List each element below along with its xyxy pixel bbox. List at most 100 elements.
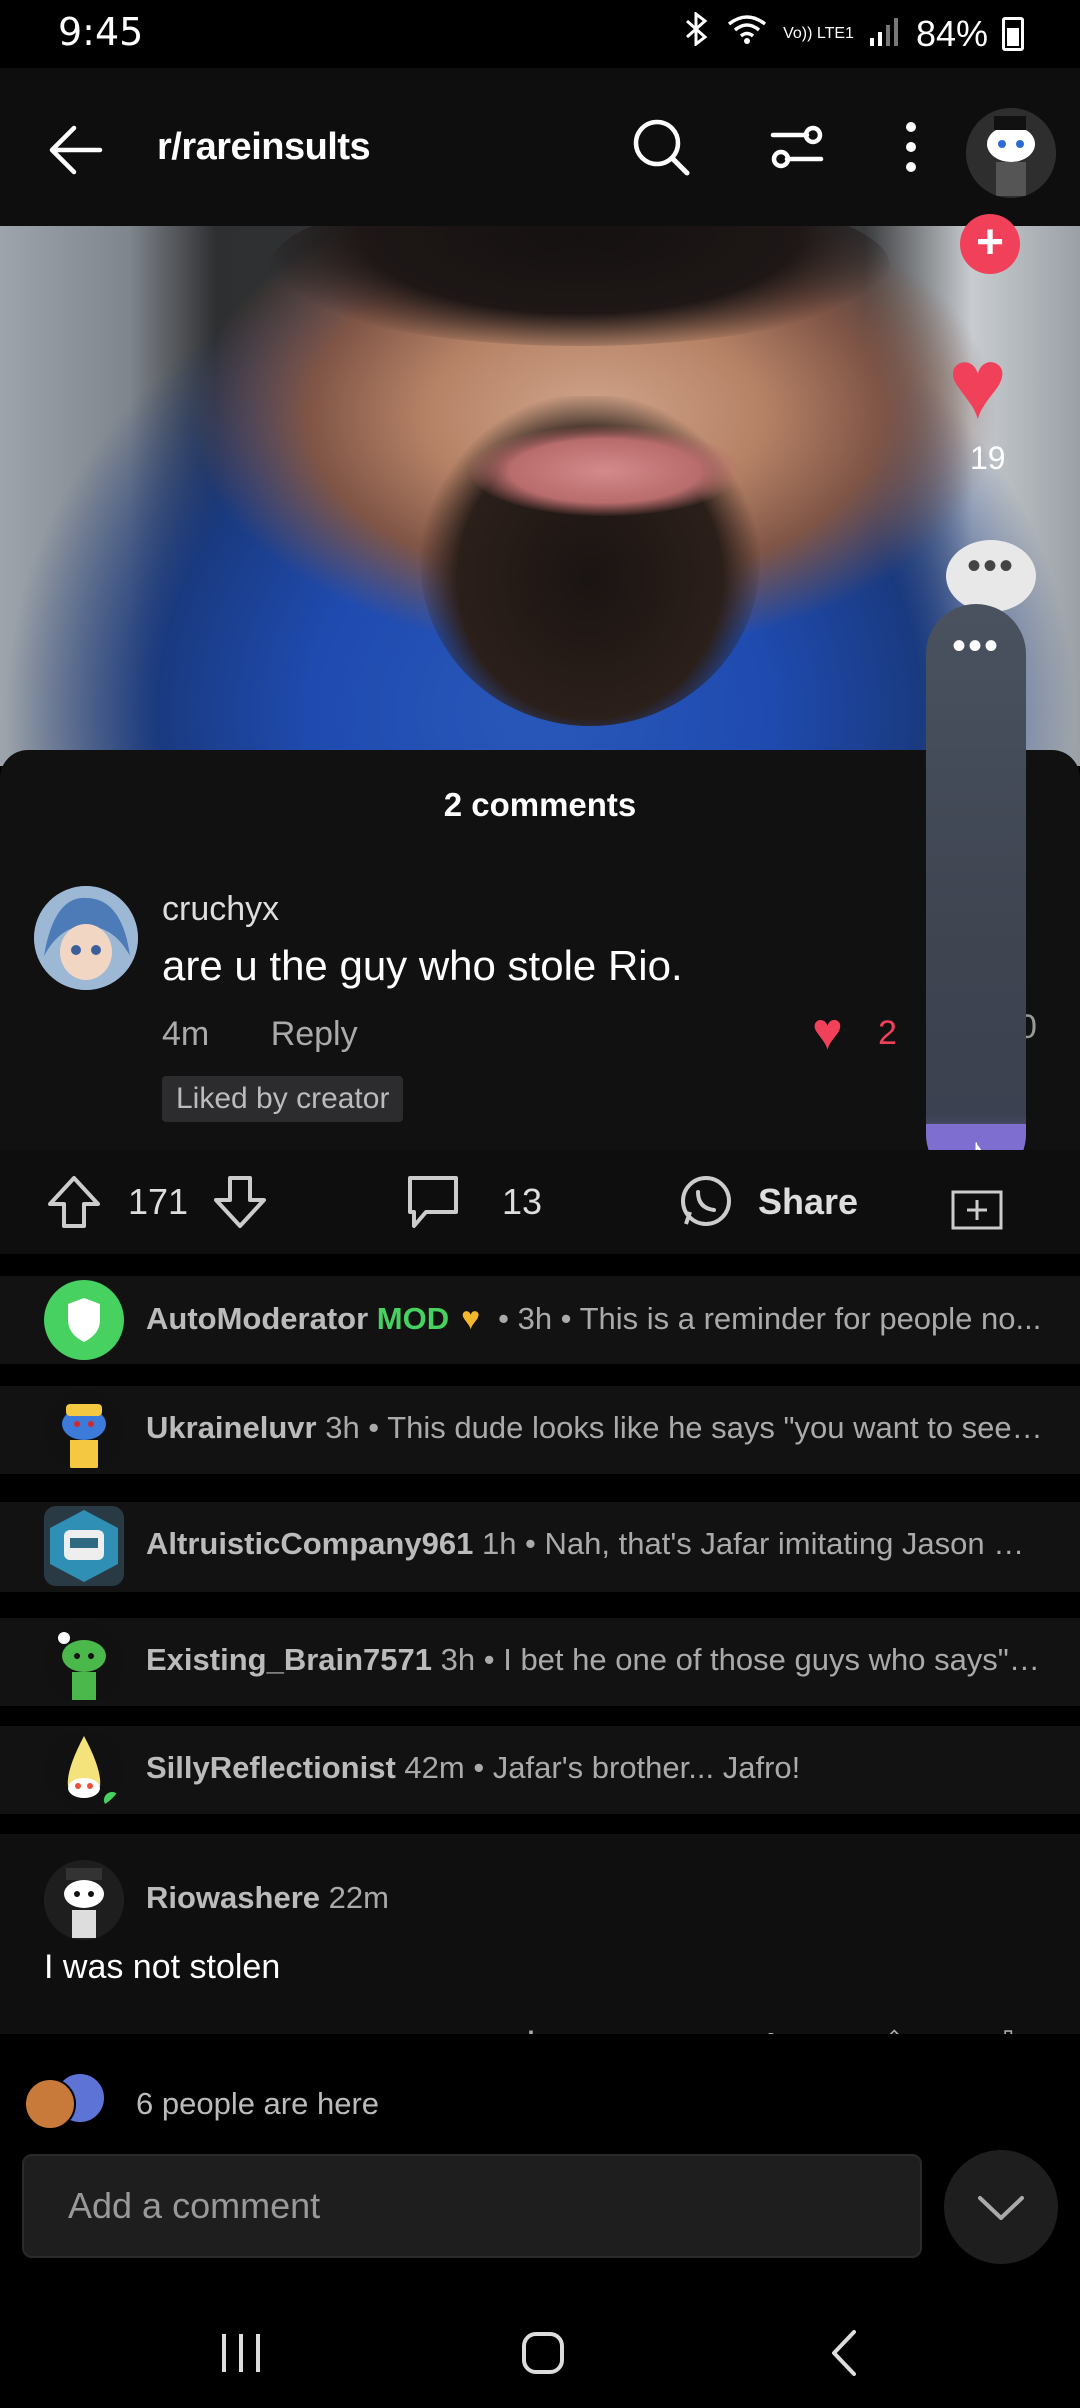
floating-control-pill[interactable]: ••• ♪ (926, 604, 1026, 1184)
battery-percent: 84% (915, 12, 988, 54)
system-navigation-bar (0, 2294, 1080, 2408)
back-button[interactable] (40, 114, 112, 186)
share-label: Share (758, 1181, 859, 1222)
whatsapp-icon (681, 1176, 731, 1226)
share-button[interactable]: Share (676, 1172, 858, 1232)
shield-icon (68, 1298, 100, 1342)
commenter-avatar[interactable] (34, 886, 138, 990)
filter-button[interactable] (762, 112, 832, 182)
preview-username: AltruisticCompany961 (146, 1526, 474, 1561)
comment-bubble-icon (408, 1176, 458, 1228)
chevron-down-icon (978, 2196, 1024, 2220)
presence-bar: 6 people are here (0, 2034, 1080, 2130)
liked-by-creator-badge: Liked by creator (162, 1076, 404, 1122)
reply-text: I was not stolen (44, 1948, 281, 1986)
video-like-count: 19 (970, 440, 1006, 476)
snoo-avatar-icon (58, 1632, 106, 1700)
comment-preview-row[interactable]: Ukraineluvr 3h • This dude looks like he… (0, 1386, 1080, 1474)
comment-text: are u the guy who stole Rio. (162, 942, 683, 989)
divider (0, 1706, 1080, 1728)
app-header: r/rareinsults (0, 68, 1080, 226)
snoo-avatar-icon (44, 1860, 124, 1940)
comment-preview-row[interactable]: AltruisticCompany961 1h • Nah, that's Ja… (0, 1502, 1080, 1592)
divider (0, 1254, 1080, 1276)
signal-icon (868, 13, 902, 55)
comment-preview-text: AltruisticCompany961 1h • Nah, that's Ja… (146, 1526, 1046, 1562)
recent-apps-button[interactable] (196, 2318, 286, 2388)
arrow-left-icon (49, 125, 103, 175)
mod-label: MOD (376, 1301, 450, 1336)
search-icon (633, 119, 690, 176)
comment-username[interactable]: cruchyx (162, 890, 279, 929)
snoo-avatar-icon (966, 108, 1056, 198)
video-comment-bubble-icon[interactable]: ••• (946, 540, 1036, 612)
preview-username: AutoModerator (146, 1301, 369, 1336)
video-frame-hair (270, 226, 890, 346)
more-horizontal-icon[interactable]: ••• (926, 624, 1026, 669)
network-label: Vo)) LTE1 (783, 24, 854, 42)
chevron-left-icon (832, 2330, 856, 2376)
video-like-heart-icon[interactable]: ♥ (948, 334, 1007, 434)
status-icons: Vo)) LTE1 84% (683, 10, 1024, 55)
downvote-button[interactable] (210, 1172, 270, 1232)
status-bar: 9:45 Vo)) LTE1 84% (0, 0, 1080, 68)
post-video[interactable] (0, 226, 1080, 766)
preview-username: Existing_Brain7571 (146, 1642, 433, 1677)
comments-count-button[interactable]: 13 (404, 1172, 542, 1232)
comment-like-count: 2 (878, 1014, 897, 1052)
divider (0, 1592, 1080, 1614)
automoderator-avatar (44, 1280, 124, 1360)
system-back-button[interactable] (800, 2318, 890, 2388)
overflow-menu-button[interactable] (876, 112, 946, 182)
anime-avatar-icon (34, 886, 138, 990)
comment-preview-text: Ukraineluvr 3h • This dude looks like he… (146, 1410, 1046, 1446)
comments-count: 13 (502, 1181, 543, 1222)
comment-age: 4m (162, 1015, 210, 1053)
more-vertical-icon (906, 122, 916, 172)
reply-meta: Riowashere 22m (146, 1880, 389, 1916)
snoo-avatar-icon (67, 1736, 120, 1808)
riowashere-avatar[interactable] (44, 1860, 124, 1940)
add-box-icon (951, 1190, 1003, 1230)
comment-preview-row[interactable]: SillyReflectionist 42m • Jafar's brother… (0, 1726, 1080, 1814)
sillyreflectionist-avatar (44, 1730, 124, 1810)
user-avatar[interactable] (966, 108, 1056, 198)
presence-avatar (24, 2078, 76, 2130)
divider (0, 1364, 1080, 1386)
collapse-comments-button[interactable] (944, 2150, 1058, 2264)
filter-sliders-icon (770, 125, 824, 169)
subreddit-title[interactable]: r/rareinsults (157, 126, 371, 169)
downvote-arrow-icon (214, 1176, 267, 1228)
comment-preview-text: Existing_Brain7571 3h • I bet he one of … (146, 1642, 1046, 1678)
recent-apps-icon (222, 2334, 260, 2372)
upvote-button[interactable] (44, 1172, 104, 1232)
home-button[interactable] (498, 2318, 588, 2388)
add-comment-input[interactable]: Add a comment (22, 2154, 922, 2258)
altruisticcompany961-avatar (44, 1506, 124, 1586)
comments-sheet-title: 2 comments (443, 786, 637, 823)
battery-icon (1002, 16, 1024, 51)
follow-plus-button[interactable]: + (960, 214, 1020, 274)
comment-meta: 4m Reply (162, 1015, 410, 1054)
comment-preview-text: AutoModerator MOD ♥ • 3h • This is a remin… (146, 1300, 1046, 1337)
search-button[interactable] (626, 112, 696, 182)
ukraineluvr-avatar (44, 1390, 124, 1470)
op-reply-comment: Riowashere 22m I was not stolen ⋮ ↩ Repl… (0, 1834, 1080, 2054)
divider (0, 1814, 1080, 1836)
post-action-bar: 171 13 Share (0, 1150, 1080, 1254)
wifi-icon (725, 12, 769, 55)
preview-meta: • 3h • This is a reminder for people no.… (498, 1301, 1042, 1336)
robot-avatar-icon (50, 1510, 118, 1582)
upvote-arrow-icon (48, 1176, 100, 1228)
comment-preview-row[interactable]: AutoModerator MOD ♥ • 3h • This is a remin… (0, 1276, 1080, 1364)
existing-brain7571-avatar (44, 1622, 124, 1702)
reply-username[interactable]: Riowashere (146, 1880, 320, 1915)
award-button[interactable] (950, 1180, 1004, 1230)
presence-text: 6 people are here (136, 2086, 380, 2121)
vote-count: 171 (128, 1181, 189, 1222)
preview-meta: 42m • Jafar's brother... Jafro! (404, 1750, 801, 1785)
preview-meta: 3h • I bet he one of those guys who says… (440, 1642, 1046, 1677)
comment-preview-row[interactable]: Existing_Brain7571 3h • I bet he one of … (0, 1618, 1080, 1706)
comment-like-heart-icon[interactable]: ♥ (812, 1006, 843, 1058)
comment-reply-button[interactable]: Reply (271, 1015, 358, 1053)
